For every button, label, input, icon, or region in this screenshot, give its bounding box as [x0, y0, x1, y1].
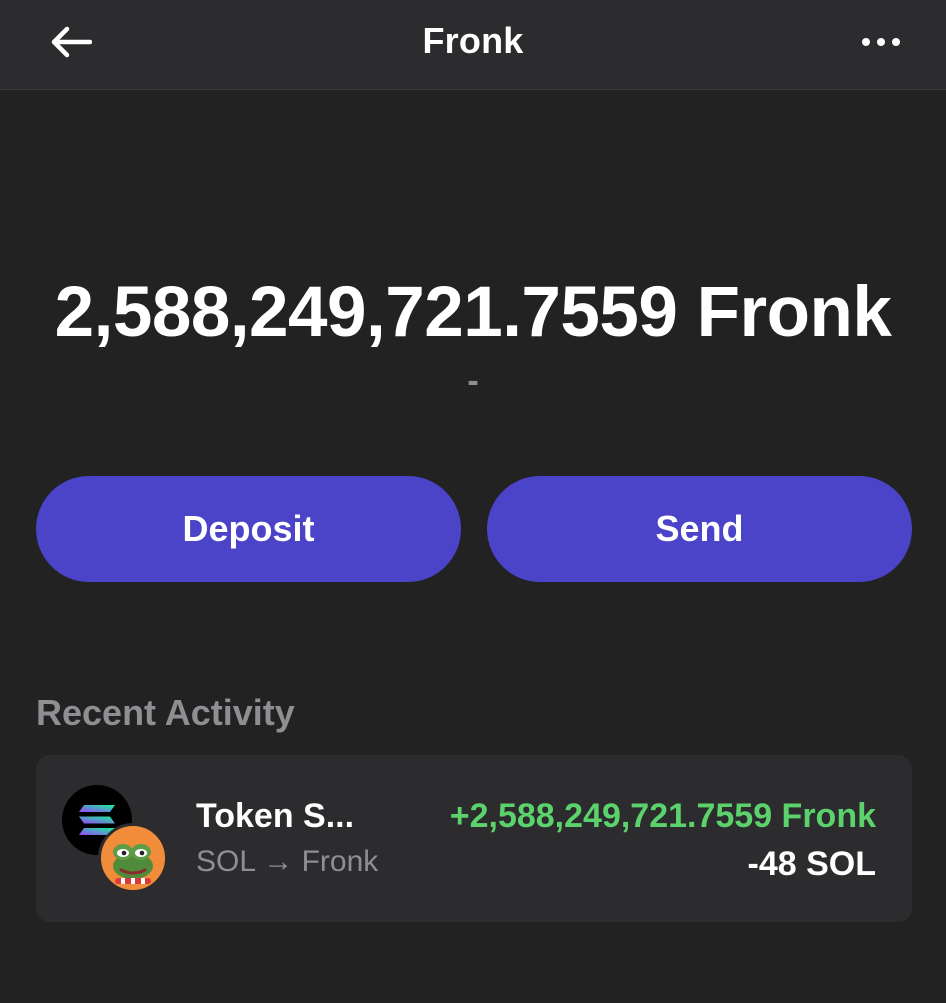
top-bar: Fronk — [0, 0, 946, 90]
activity-sent-amount: -48 SOL — [747, 845, 876, 883]
send-button[interactable]: Send — [487, 476, 912, 582]
fiat-value: - — [467, 362, 479, 400]
deposit-button[interactable]: Deposit — [36, 476, 461, 582]
activity-subtitle: SOL → Fronk — [196, 845, 379, 878]
fronk-token-icon — [98, 823, 168, 893]
page-title: Fronk — [422, 20, 524, 61]
activity-item[interactable]: Token S... SOL → Fronk +2,588,249,721.75… — [36, 755, 912, 922]
token-balance: 2,588,249,721.7559 Fronk — [54, 273, 892, 352]
more-options-button[interactable] — [854, 22, 908, 62]
activity-title: Token S... — [196, 797, 355, 835]
activity-received-amount: +2,588,249,721.7559 Fronk — [449, 797, 876, 835]
recent-activity-heading: Recent Activity — [36, 692, 295, 733]
more-horizontal-icon — [862, 38, 900, 46]
